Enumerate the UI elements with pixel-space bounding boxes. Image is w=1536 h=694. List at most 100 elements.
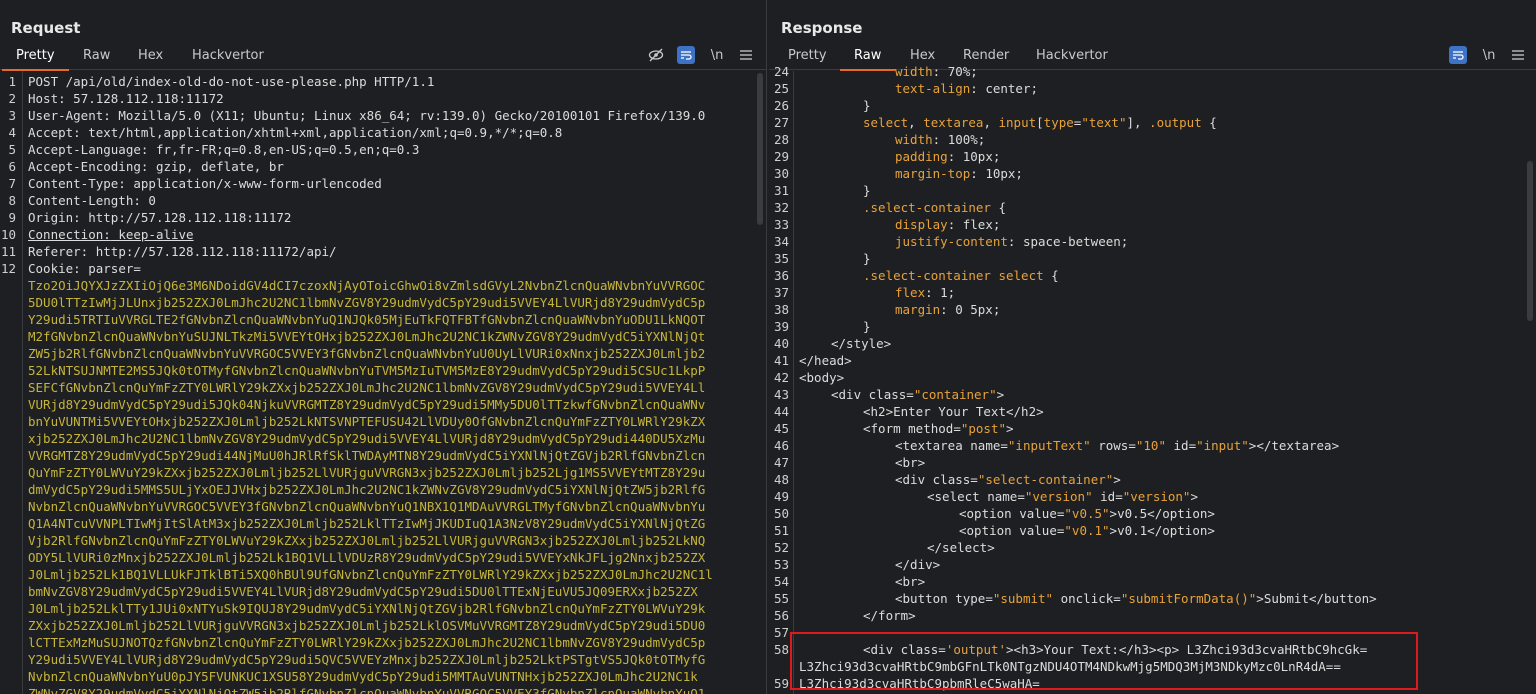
cookie-value-line: Q1A4NTcuVVNPLTIwMjItSlAtM3xjb252ZXJ0Lmlj… [28,516,706,531]
line-number: 40 [773,336,789,351]
line-number: 59 [773,676,789,691]
header-name: Accept: [28,125,81,140]
line-number: 29 [773,149,789,164]
line-number: 31 [773,183,789,198]
response-line: </select> [927,540,995,555]
hide-nonprintable-icon[interactable] [647,46,665,64]
request-scrollbar[interactable] [757,73,763,225]
cookie-value-line: Y29udi5TRTIuVVRGLTE2fGNvbnZlcnQuaWNvbnYu… [28,312,706,327]
menu-icon[interactable] [738,46,754,64]
response-line: } [863,183,871,198]
line-number: 38 [773,302,789,317]
response-line: padding: 10px; [895,149,1001,164]
cookie-value-line: 5DU0lTTzIwMjJLUnxjb252ZXJ0LmJhc2U2NC1lbm… [28,295,706,310]
word-wrap-icon[interactable] [677,46,695,64]
header-value: gzip, deflate, br [148,159,284,174]
response-line: <br> [895,455,926,470]
response-pane: Response Pretty Raw Hex Render Hackverto… [769,0,1536,694]
response-line: <div class="container"> [831,387,1005,402]
line-number: 45 [773,421,789,436]
response-scrollbar[interactable] [1527,161,1533,321]
line-number: 9 [8,210,16,225]
request-tab-hackvertor[interactable]: Hackvertor [190,44,266,70]
response-word-wrap-icon[interactable] [1449,46,1467,64]
response-line: </style> [831,336,892,351]
response-line: .select-container select { [863,268,1059,283]
newline-toggle[interactable]: \n [708,46,726,64]
response-editor[interactable]: 24 25 26 27 28 29 30 31 32 33 34 35 36 37 38 39 40 41 42 43… [769,64,1536,694]
line-number: 53 [773,557,789,572]
request-line: Connection: keep-alive [28,226,194,243]
response-line: justify-content: space-between; [895,234,1129,249]
cookie-value-line: ZWNvZGV8Y29udmVydC5iYXNlNjQtZW5jb2RlfGNv… [28,686,706,694]
line-number: 42 [773,370,789,385]
request-line: Accept-Encoding: gzip, deflate, br [28,158,284,175]
request-tab-pretty[interactable]: Pretty [2,44,69,71]
cookie-value-line: xjb252ZXJ0LmJhc2U2NC1lbmNvZGV8Y29udmVydC… [28,431,706,446]
response-tab-raw[interactable]: Raw [839,44,896,71]
request-line: Content-Type: application/x-www-form-url… [28,175,382,192]
header-name: Content-Length: [28,193,141,208]
response-line-gutter: 24 25 26 27 28 29 30 31 32 33 34 35 36 37 38 39 40 41 42 43… [769,64,794,694]
header-value: http://57.128.112.118:11172/api/ [88,244,337,259]
cookie-value-line: SEFCfGNvbnZlcnQuYmFzZTY0LWRlY29kZXxjb252… [28,380,706,395]
request-line: Origin: http://57.128.112.118:11172 [28,209,291,226]
cookie-value-line: Vjb2RlfGNvbnZlcnQuYmFzZTY0LWVuY29kZXxjb2… [28,533,706,548]
cookie-value-line: Tzo2OiJQYXJzZXIiOjQ6e3M6NDoidGV4dCI7czox… [28,278,706,293]
response-line: display: flex; [895,217,1001,232]
response-tab-pretty[interactable]: Pretty [786,44,829,70]
request-line-gutter: 1 2 3 4 5 6 7 8 9 10 11 12 [0,71,23,694]
response-line: <div class="select-container"> [895,472,1121,487]
header-name: Content-Type: [28,176,126,191]
request-tab-raw[interactable]: Raw [81,44,112,70]
request-pane: Request Pretty Raw Hex Hackvertor \n 123… [0,0,767,694]
response-line: text-align: center; [895,81,1038,96]
line-number: 8 [8,193,16,208]
response-line: flex: 1; [895,285,956,300]
line-number: 46 [773,438,789,453]
request-line: POST /api/old/index-old-do-not-use-pleas… [28,73,434,90]
header-value: 0 [140,193,156,208]
request-tab-hex[interactable]: Hex [136,44,165,70]
response-line: <option value="v0.5">v0.5</option> [959,506,1215,521]
header-name: Accept-Encoding: [28,159,149,174]
line-number: 49 [773,489,789,504]
response-line: margin-top: 10px; [895,166,1023,181]
response-line: width: 100%; [895,132,986,147]
cookie-value-line: VVRGMTZ8Y29udmVydC5pY29udi44NjMuU0hJRlRf… [28,448,706,463]
header-value: 57.128.112.118:11172 [65,91,224,106]
cookie-value-line: ODY5LlVURi0zMnxjb252ZXJ0Lmljb252Lk1BQ1VL… [28,550,706,565]
cookie-value-line: J0Lmljb252Lk1BQ1VLLUkFJTklBTi5XQ0hBUl9Uf… [28,567,713,582]
line-number: 58 [773,642,789,657]
cookie-value-line: ZXxjb252ZXJ0Lmljb252LlVURjguVVRGN3xjb252… [28,618,706,633]
line-number: 11 [0,244,16,259]
response-newline-toggle[interactable]: \n [1480,46,1498,64]
line-number: 36 [773,268,789,283]
line-number: 50 [773,506,789,521]
response-line: </head> [799,353,852,368]
request-editor[interactable]: 1 2 3 4 5 6 7 8 9 10 11 12 POST /api/old/index-old-… [0,71,766,694]
response-tab-hackvertor[interactable]: Hackvertor [1034,44,1110,70]
header-name: Connection: [28,227,111,242]
line-number: 28 [773,132,789,147]
header-name: Accept-Language: [28,142,149,157]
request-title: Request [11,19,81,37]
line-number: 25 [773,81,789,96]
line-number: 35 [773,251,789,266]
line-number: 47 [773,455,789,470]
request-line: User-Agent: Mozilla/5.0 (X11; Ubuntu; Li… [28,107,705,124]
line-number: 2 [8,91,16,106]
header-value: Mozilla/5.0 (X11; Ubuntu; Linux x86_64; … [110,108,706,123]
line-number: 27 [773,115,789,130]
header-name: Host: [28,91,66,106]
line-number: 41 [773,353,789,368]
response-line: } [863,98,871,113]
response-line: <h2>Enter Your Text</h2> [863,404,1044,419]
header-value: keep-alive [110,227,194,242]
header-name: Origin: [28,210,81,225]
response-line: <br> [895,574,926,589]
line-number: 44 [773,404,789,419]
cookie-value-line: bnYuVUNTMi5VVEYtOHxjb252ZXJ0Lmljb252LkNT… [28,414,706,429]
cookie-value-line: bmNvZGV8Y29udmVydC5pY29udi5VVEY4LlVURjd8… [28,584,698,599]
response-menu-icon[interactable] [1510,46,1526,64]
